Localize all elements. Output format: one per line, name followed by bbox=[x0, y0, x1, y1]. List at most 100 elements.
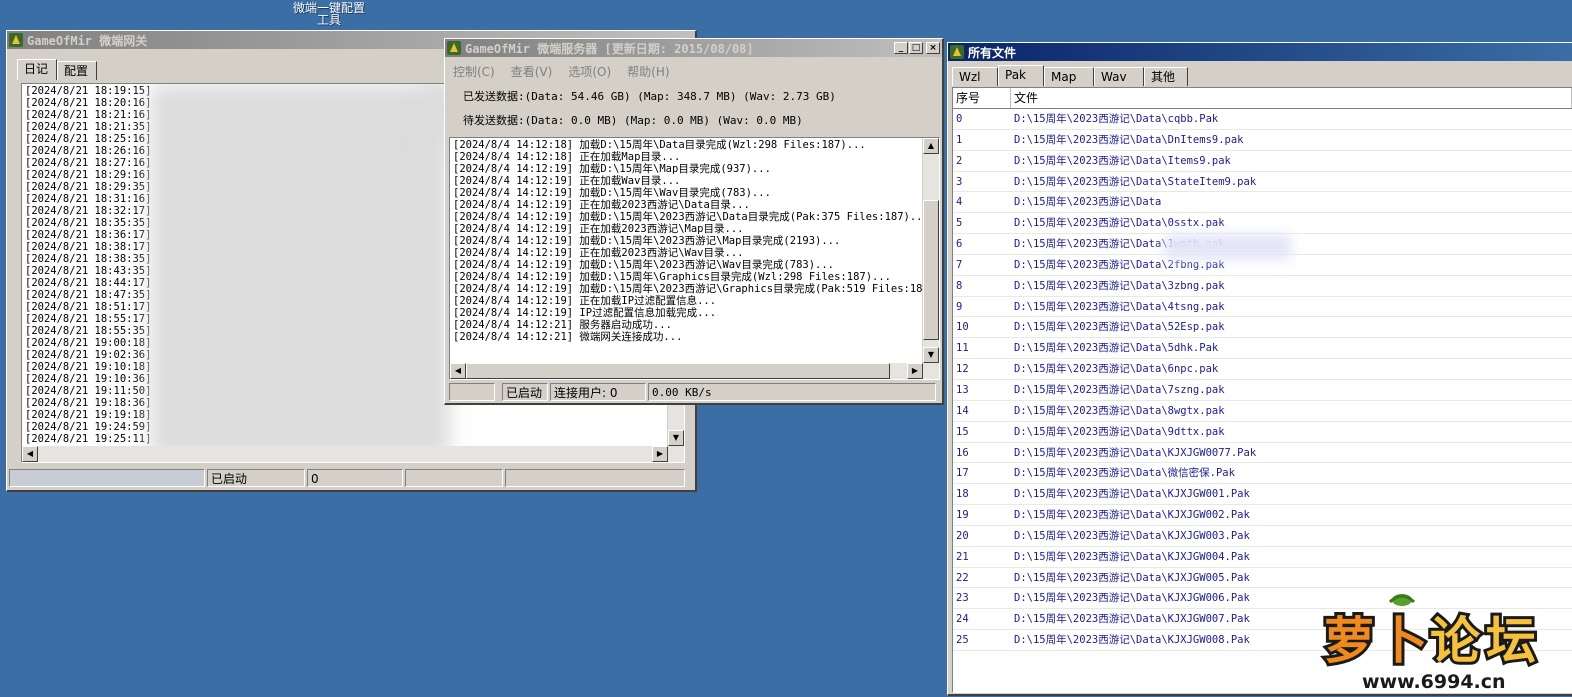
row-file-path: D:\15周年\2023西游记\Data\KJXJGW005.Pak bbox=[1014, 571, 1250, 584]
row-file-path: D:\15周年\2023西游记\Data\Items9.pak bbox=[1014, 154, 1231, 167]
server-log-line: [2024/8/4 14:12:18] 正在加载Map目录... bbox=[453, 151, 681, 163]
files-titlebar[interactable]: 所有文件 bbox=[948, 43, 1572, 61]
table-row[interactable]: 2 D:\15周年\2023西游记\Data\Items9.pak bbox=[953, 151, 1572, 172]
gateway-tabs: 日记 配置 bbox=[17, 59, 98, 82]
column-header-file[interactable]: 文件 bbox=[1011, 88, 1572, 108]
server-log-line: [2024/8/4 14:12:19] 加载D:\15周年\2023西游记\Gr… bbox=[453, 283, 929, 295]
server-log-line: [2024/8/4 14:12:19] 正在加载2023西游记\Data目录..… bbox=[453, 199, 750, 211]
table-row[interactable]: 11 D:\15周年\2023西游记\Data\5dhk.Pak bbox=[953, 338, 1572, 360]
table-row[interactable]: 8 D:\15周年\2023西游记\Data\3zbng.pak bbox=[953, 276, 1572, 297]
table-row[interactable]: 16 D:\15周年\2023西游记\Data\KJXJGW0077.Pak bbox=[953, 443, 1572, 464]
scroll-left-arrow-icon[interactable]: ◀ bbox=[22, 446, 38, 462]
scroll-down-arrow-icon[interactable]: ▼ bbox=[923, 347, 939, 363]
menu-options[interactable]: 选项(O) bbox=[568, 63, 611, 80]
row-file-path: D:\15周年\2023西游记\Data\8wgtx.pak bbox=[1014, 404, 1225, 417]
row-index: 5 bbox=[956, 217, 963, 230]
table-row[interactable]: 9 D:\15周年\2023西游记\Data\4tsng.pak bbox=[953, 297, 1572, 318]
table-row[interactable]: 14 D:\15周年\2023西游记\Data\8wgtx.pak bbox=[953, 401, 1572, 422]
server-title: GameOfMir 微端服务器 [更新日期: 2015/08/08] bbox=[465, 41, 754, 56]
server-log-line: [2024/8/4 14:12:19] IP过滤配置信息加载完成... bbox=[453, 307, 717, 319]
server-status-state: 已启动 bbox=[502, 383, 548, 401]
server-log-list[interactable]: [2024/8/4 14:12:18] 加载D:\15周年\Data目录完成(W… bbox=[449, 137, 940, 380]
desktop-label-line2: 工具 bbox=[316, 13, 341, 27]
menu-help[interactable]: 帮助(H) bbox=[627, 63, 669, 80]
row-file-path: D:\15周年\2023西游记\Data\KJXJGW002.Pak bbox=[1014, 509, 1250, 522]
row-index: 18 bbox=[956, 488, 969, 501]
files-tabs: Wzl Pak Map Wav 其他 bbox=[952, 65, 1188, 88]
forum-logo-icon: 萝 卜 论 坛 www.6994.cn bbox=[1321, 594, 1539, 695]
tab-log[interactable]: 日记 bbox=[17, 59, 58, 80]
tab-map[interactable]: Map bbox=[1044, 67, 1094, 86]
scroll-left-arrow-icon[interactable]: ◀ bbox=[450, 363, 466, 379]
row-file-path: D:\15周年\2023西游记\Data\cqbb.Pak bbox=[1014, 113, 1219, 125]
tab-wav[interactable]: Wav bbox=[1094, 67, 1144, 86]
status-empty bbox=[449, 383, 495, 401]
desktop-shortcut-label[interactable]: 微端一键配置 工具 bbox=[286, 2, 372, 26]
table-row[interactable]: 19 D:\15周年\2023西游记\Data\KJXJGW002.Pak bbox=[953, 505, 1572, 526]
row-file-path: D:\15周年\2023西游记\Data\1wptb.pak bbox=[1014, 238, 1225, 251]
server-log-line: [2024/8/4 14:12:19] 加载D:\15周年\Wav目录完成(78… bbox=[453, 187, 771, 199]
column-header-index[interactable]: 序号 bbox=[953, 88, 1011, 108]
row-file-path: D:\15周年\2023西游记\Data\9dttx.pak bbox=[1014, 425, 1225, 438]
row-index: 14 bbox=[956, 404, 969, 417]
sent-data-label: 已发送数据:(Data: 54.46 GB) (Map: 348.7 MB) (… bbox=[463, 90, 836, 103]
table-row[interactable]: 13 D:\15周年\2023西游记\Data\7szng.pak bbox=[953, 380, 1572, 401]
status-state: 已启动 bbox=[207, 469, 305, 487]
table-row[interactable]: 10 D:\15周年\2023西游记\Data\52Esp.pak bbox=[953, 317, 1572, 339]
forum-watermark: 萝 卜 论 坛 www.6994.cn bbox=[1320, 592, 1570, 695]
files-grid-header: 序号 文件 bbox=[953, 88, 1572, 109]
row-file-path: D:\15周年\2023西游记\Data\3zbng.pak bbox=[1014, 279, 1225, 292]
row-file-path: D:\15周年\2023西游记\Data\6npc.pak bbox=[1014, 363, 1219, 376]
tab-config[interactable]: 配置 bbox=[57, 61, 98, 80]
table-row[interactable]: 4 D:\15周年\2023西游记\Data bbox=[953, 192, 1572, 214]
tab-other[interactable]: 其他 bbox=[1144, 67, 1188, 86]
server-hscroll[interactable]: ◀ ▶ bbox=[450, 363, 939, 379]
server-statusbar: 已启动 连接用户: 0 0.00 KB/s bbox=[449, 383, 938, 403]
row-file-path: D:\15周年\2023西游记\Data\4tsng.pak bbox=[1014, 300, 1225, 313]
scroll-down-arrow-icon[interactable]: ▼ bbox=[668, 430, 684, 446]
scroll-thumb[interactable] bbox=[923, 200, 939, 340]
row-file-path: D:\15周年\2023西游记\Data bbox=[1014, 196, 1162, 209]
table-row[interactable]: 15 D:\15周年\2023西游记\Data\9dttx.pak bbox=[953, 422, 1572, 443]
table-row[interactable]: 0 D:\15周年\2023西游记\Data\cqbb.Pak bbox=[953, 109, 1572, 130]
hscroll-thumb[interactable] bbox=[466, 363, 890, 379]
table-row[interactable]: 12 D:\15周年\2023西游记\Data\6npc.pak bbox=[953, 359, 1572, 380]
tab-wzl[interactable]: Wzl bbox=[952, 67, 998, 86]
table-row[interactable]: 5 D:\15周年\2023西游记\Data\0sstx.pak bbox=[953, 213, 1572, 235]
minimize-icon[interactable]: _ bbox=[894, 42, 908, 54]
row-file-path: D:\15周年\2023西游记\Data\2fbng.pak bbox=[1014, 258, 1225, 271]
table-row[interactable]: 1 D:\15周年\2023西游记\Data\DnItems9.pak bbox=[953, 130, 1572, 151]
scroll-right-arrow-icon[interactable]: ▶ bbox=[652, 446, 668, 462]
menu-view[interactable]: 查看(V) bbox=[511, 63, 553, 80]
logo-char-3: 论 bbox=[1430, 612, 1481, 670]
row-index: 23 bbox=[956, 592, 969, 605]
tab-pak[interactable]: Pak bbox=[998, 65, 1044, 86]
table-row[interactable]: 22 D:\15周年\2023西游记\Data\KJXJGW005.Pak bbox=[953, 568, 1572, 589]
redacted-region bbox=[150, 84, 450, 459]
row-index: 7 bbox=[956, 258, 963, 271]
row-file-path: D:\15周年\2023西游记\Data\微信密保.Pak bbox=[1014, 467, 1235, 480]
table-row[interactable]: 21 D:\15周年\2023西游记\Data\KJXJGW004.Pak bbox=[953, 547, 1572, 568]
server-log-line: [2024/8/4 14:12:21] 服务器启动成功... bbox=[453, 319, 672, 331]
row-file-path: D:\15周年\2023西游记\Data\52Esp.pak bbox=[1014, 321, 1225, 334]
server-log-line: [2024/8/4 14:12:19] 加载D:\15周年\Map目录完成(93… bbox=[453, 163, 771, 175]
server-vscroll[interactable]: ▲ ▼ bbox=[922, 138, 939, 363]
gateway-hscroll[interactable]: ◀ ▶ bbox=[22, 446, 684, 462]
scroll-up-arrow-icon[interactable]: ▲ bbox=[923, 138, 939, 154]
server-titlebar[interactable]: GameOfMir 微端服务器 [更新日期: 2015/08/08] _ □ × bbox=[445, 39, 942, 57]
menu-control[interactable]: 控制(C) bbox=[453, 63, 495, 80]
server-log-line: [2024/8/4 14:12:19] 正在加载IP过滤配置信息... bbox=[453, 295, 717, 307]
maximize-icon[interactable]: □ bbox=[909, 42, 923, 54]
row-index: 4 bbox=[956, 196, 963, 209]
row-index: 8 bbox=[956, 279, 963, 292]
table-row[interactable]: 17 D:\15周年\2023西游记\Data\微信密保.Pak bbox=[953, 463, 1572, 485]
table-row[interactable]: 18 D:\15周年\2023西游记\Data\KJXJGW001.Pak bbox=[953, 484, 1572, 506]
close-icon[interactable]: × bbox=[926, 42, 940, 54]
scroll-right-arrow-icon[interactable]: ▶ bbox=[907, 363, 923, 379]
logo-char-4: 坛 bbox=[1486, 612, 1536, 670]
table-row[interactable]: 20 D:\15周年\2023西游记\Data\KJXJGW003.Pak bbox=[953, 526, 1572, 547]
row-index: 19 bbox=[956, 509, 969, 522]
table-row[interactable]: 3 D:\15周年\2023西游记\Data\StateItem9.pak bbox=[953, 172, 1572, 193]
logo-url: www.6994.cn bbox=[1362, 671, 1506, 693]
logo-char-1: 萝 bbox=[1324, 612, 1374, 670]
